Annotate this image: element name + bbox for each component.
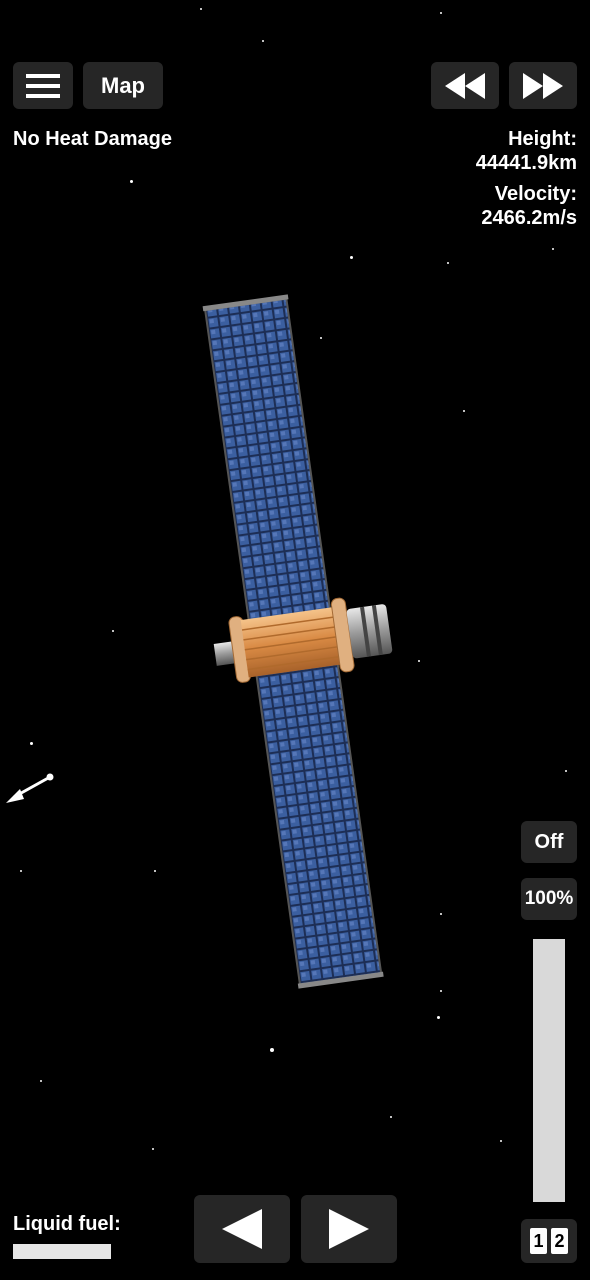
throttle-percent-button[interactable]: 100% [521, 878, 577, 920]
throttle-slider-fill [533, 939, 565, 1202]
hamburger-menu-icon [26, 73, 60, 98]
velocity-label: Velocity: [494, 183, 577, 205]
throttle-percent-label: 100% [524, 888, 574, 909]
height-label: Height: [508, 128, 577, 150]
engine-toggle-button[interactable]: Off [521, 821, 577, 863]
rewind-icon [445, 72, 485, 99]
menu-button[interactable] [13, 62, 73, 109]
stage-selector[interactable]: 1 2 [521, 1219, 577, 1263]
stage-two[interactable]: 2 [551, 1228, 568, 1254]
throttle-slider[interactable] [533, 939, 565, 1202]
triangle-left-icon [222, 1209, 262, 1249]
engine-toggle-label: Off [534, 830, 564, 853]
fuel-label: Liquid fuel: [13, 1213, 121, 1235]
rotate-left-button[interactable] [194, 1195, 290, 1263]
map-button-label: Map [101, 72, 145, 98]
rotate-right-button[interactable] [301, 1195, 397, 1263]
triangle-right-icon [329, 1209, 369, 1249]
fast-forward-button[interactable] [509, 62, 577, 109]
map-button[interactable]: Map [83, 62, 163, 109]
velocity-value: 2466.2m/s [481, 207, 577, 229]
heat-status: No Heat Damage [13, 128, 172, 150]
stage-one[interactable]: 1 [530, 1228, 547, 1254]
height-value: 44441.9km [475, 152, 577, 174]
fast-forward-icon [523, 72, 563, 99]
rewind-button[interactable] [431, 62, 499, 109]
fuel-gauge-fill [13, 1244, 111, 1259]
fuel-gauge [13, 1244, 111, 1259]
